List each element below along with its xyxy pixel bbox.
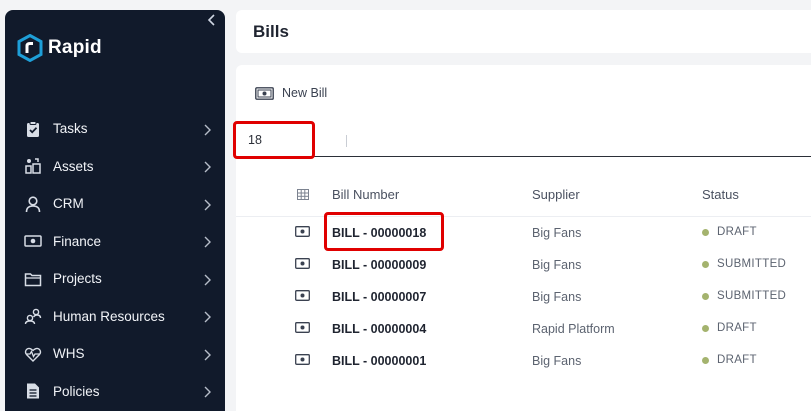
- status-dot: [702, 228, 709, 236]
- sidebar-item-label: Projects: [53, 271, 102, 287]
- money-icon: [295, 322, 310, 333]
- search-bar: [236, 122, 811, 157]
- sidebar-item-label: Human Resources: [53, 308, 165, 324]
- people-icon: [23, 306, 43, 326]
- chevron-right-icon: [201, 123, 213, 136]
- column-header-status[interactable]: Status: [702, 187, 739, 202]
- chevron-right-icon: [201, 198, 213, 211]
- chevron-right-icon: [201, 160, 213, 173]
- new-bill-label: New Bill: [282, 86, 328, 100]
- assets-icon: [23, 156, 43, 176]
- sidebar-item-whs[interactable]: WHS: [5, 335, 225, 373]
- sidebar-item-label: WHS: [53, 346, 85, 362]
- chevron-right-icon: [201, 385, 213, 398]
- status-text: SUBMITTED: [717, 290, 787, 302]
- supplier: Rapid Platform: [532, 322, 615, 336]
- highlight-box-search: [233, 121, 315, 159]
- sidebar-item-label: Tasks: [53, 121, 88, 137]
- money-icon: [295, 226, 310, 237]
- sidebar-item-projects[interactable]: Projects: [5, 260, 225, 298]
- status-badge: DRAFT: [702, 322, 757, 334]
- money-icon: [255, 86, 274, 100]
- logo-text: Rapid: [48, 37, 102, 58]
- logo[interactable]: Rapid: [17, 34, 102, 62]
- status-text: DRAFT: [717, 354, 757, 366]
- chevron-right-icon: [201, 273, 213, 286]
- bills-table: Bill Number Supplier Status BILL - 00000…: [236, 176, 811, 377]
- user-icon: [23, 194, 43, 214]
- sidebar: Rapid Tasks Assets CRM Finance Projects …: [5, 10, 225, 411]
- status-badge: DRAFT: [702, 354, 757, 366]
- table-header: Bill Number Supplier Status: [236, 176, 811, 217]
- table-row[interactable]: BILL - 00000007 Big Fans SUBMITTED: [236, 281, 811, 313]
- sidebar-item-crm[interactable]: CRM: [5, 185, 225, 223]
- money-icon: [295, 354, 310, 365]
- table-row[interactable]: BILL - 00000018 Big Fans DRAFT: [236, 217, 811, 249]
- status-dot: [702, 260, 709, 268]
- sidebar-item-policies[interactable]: Policies: [5, 373, 225, 411]
- sidebar-item-label: Policies: [53, 383, 100, 399]
- bill-number[interactable]: BILL - 00000009: [332, 258, 426, 272]
- column-header-supplier[interactable]: Supplier: [532, 187, 580, 202]
- bills-panel: New Bill Bill Number Supplier Status BIL…: [233, 65, 811, 411]
- sidebar-nav: Tasks Assets CRM Finance Projects Human …: [5, 110, 225, 410]
- sidebar-item-tasks[interactable]: Tasks: [5, 110, 225, 148]
- heartbeat-icon: [23, 344, 43, 364]
- status-text: DRAFT: [717, 322, 757, 334]
- status-badge: SUBMITTED: [702, 258, 786, 270]
- sidebar-item-label: Finance: [53, 233, 102, 249]
- sidebar-item-finance[interactable]: Finance: [5, 223, 225, 261]
- document-icon: [23, 381, 43, 401]
- table-row[interactable]: BILL - 00000001 Big Fans DRAFT: [236, 345, 811, 377]
- supplier: Big Fans: [532, 258, 582, 272]
- supplier: Big Fans: [532, 226, 582, 240]
- bill-number[interactable]: BILL - 00000004: [332, 322, 426, 336]
- sidebar-item-assets[interactable]: Assets: [5, 148, 225, 186]
- folder-icon: [23, 269, 43, 289]
- status-text: DRAFT: [717, 226, 757, 238]
- chevron-right-icon: [201, 348, 213, 361]
- supplier: Big Fans: [532, 290, 582, 304]
- sidebar-item-human-resources[interactable]: Human Resources: [5, 298, 225, 336]
- chevron-right-icon: [201, 235, 213, 248]
- status-badge: SUBMITTED: [702, 290, 786, 302]
- table-row[interactable]: BILL - 00000004 Rapid Platform DRAFT: [236, 313, 811, 345]
- new-bill-button[interactable]: New Bill: [255, 86, 327, 100]
- bill-number[interactable]: BILL - 00000001: [332, 354, 426, 368]
- status-text: SUBMITTED: [717, 258, 787, 270]
- status-dot: [702, 324, 709, 332]
- bill-number[interactable]: BILL - 00000007: [332, 290, 426, 304]
- supplier: Big Fans: [532, 354, 582, 368]
- chevron-right-icon: [201, 310, 213, 323]
- clipboard-check-icon: [23, 119, 43, 139]
- grid-icon[interactable]: [297, 189, 309, 200]
- status-badge: DRAFT: [702, 226, 757, 238]
- page-title: Bills: [253, 22, 289, 41]
- money-icon: [23, 231, 43, 251]
- page-header: Bills: [236, 10, 811, 53]
- status-dot: [702, 356, 709, 364]
- chevron-left-icon[interactable]: [205, 14, 219, 28]
- table-row[interactable]: BILL - 00000009 Big Fans SUBMITTED: [236, 249, 811, 281]
- status-dot: [702, 292, 709, 300]
- money-icon: [295, 258, 310, 269]
- rapid-logo-icon: [17, 34, 43, 62]
- column-header-bill-number[interactable]: Bill Number: [332, 187, 399, 202]
- sidebar-item-label: CRM: [53, 196, 84, 212]
- sidebar-item-label: Assets: [53, 158, 94, 174]
- text-cursor-indicator: [346, 135, 347, 147]
- highlight-box-bill-row: [324, 212, 444, 251]
- money-icon: [295, 290, 310, 301]
